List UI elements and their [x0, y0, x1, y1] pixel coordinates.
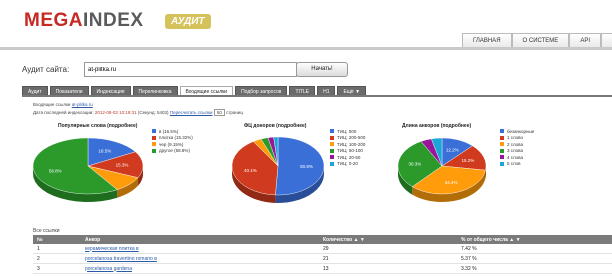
legend-swatch: [152, 135, 156, 140]
audit-label: Аудит сайта:: [22, 65, 70, 74]
legend-label: 3 слова: [507, 148, 524, 154]
legend-swatch: [152, 129, 156, 134]
table-row: 1 керамическая плитка в 29 7.42 %: [33, 244, 612, 254]
row-percent: 5.37 %: [457, 253, 612, 264]
index-date-line: Дата последней индексации: 2012-08-03 10…: [33, 109, 243, 116]
chart2-pie: 50.9% 40.1%: [231, 136, 325, 203]
row-anchor: porcelanosa travertino romano в: [81, 253, 319, 264]
chart2-title: ФЦ доноров (подробнее): [244, 123, 307, 129]
anchor-link[interactable]: керамическая плитка в: [85, 246, 139, 252]
row-number: 1: [33, 244, 81, 254]
chart1-legend-item: плитка (15.32%): [152, 135, 193, 142]
anchor-link[interactable]: porcelanosa gardena: [85, 266, 132, 272]
legend-swatch: [330, 148, 334, 153]
legend-swatch: [152, 142, 156, 147]
pie-data-label: 50.9%: [300, 164, 313, 169]
pages-count-select[interactable]: 50: [213, 109, 225, 116]
legend-label: 4 слова: [507, 154, 524, 160]
legend-label: 1 слово: [507, 135, 524, 141]
legend-label: ТИЦ: 200-500: [337, 135, 366, 141]
legend-label: ТИЦ: 500: [337, 128, 357, 134]
anchor-link[interactable]: porcelanosa travertino romano в: [85, 256, 157, 262]
chart3-title: Длина анкоров (подробнее): [402, 123, 472, 129]
links-table: № Анкор Количество ▲ ▼ % от общего числа…: [33, 235, 612, 274]
col-percent-header[interactable]: % от общего числа ▲ ▼: [457, 235, 612, 244]
legend-swatch: [330, 155, 334, 160]
pie-data-label: 58.8%: [49, 168, 62, 173]
row-number: 2: [33, 253, 81, 264]
chart2-legend: ТИЦ: 500 ТИЦ: 200-500 ТИЦ: 100-200 ТИЦ: …: [330, 128, 365, 167]
row-count: 21: [319, 253, 457, 264]
recalc-links-link[interactable]: Пересчитать ссылки: [170, 110, 213, 115]
row-number: 3: [33, 263, 81, 274]
pie-data-label: 30.3%: [409, 161, 422, 166]
pie-data-label: 34.4%: [445, 180, 458, 185]
tab-underline: [22, 95, 612, 97]
chart3-legend: безанкорные 1 слово 2 слова 3 слова 4 сл…: [500, 128, 534, 167]
pie-data-label: 40.1%: [244, 168, 257, 173]
pie-data-label: 15.3%: [116, 163, 129, 168]
row-count: 29: [319, 244, 457, 254]
legend-label: ТИЦ: 20-50: [337, 154, 361, 160]
table-row: 3 porcelanosa gardena 13 3.32 %: [33, 263, 612, 274]
legend-label: плитка (15.32%): [159, 135, 193, 141]
chart3-pie: 12.2% 15.2% 34.4% 30.3%: [397, 137, 487, 202]
row-percent: 7.42 %: [457, 244, 612, 254]
incoming-prefix: Входящие ссылки: [33, 102, 71, 107]
brand-badge: АУДИТ: [165, 14, 211, 29]
legend-label: ТИЦ: 50-100: [337, 148, 363, 154]
index-date-label: Дата последней индексации:: [33, 110, 94, 115]
legend-label: 5 слов: [507, 161, 521, 167]
row-anchor: керамическая плитка в: [81, 244, 319, 254]
chart1-pie: 16.5% 15.3% 58.8%: [32, 137, 144, 202]
chart2-legend-item: ТИЦ: 0-20: [330, 161, 365, 168]
pages-suffix: страниц: [226, 110, 243, 115]
brand-logo[interactable]: MEGAINDEX: [24, 10, 144, 32]
table-header-row: № Анкор Количество ▲ ▼ % от общего числа…: [33, 235, 612, 244]
row-anchor: porcelanosa gardena: [81, 263, 319, 274]
row-count: 13: [319, 263, 457, 274]
incoming-site-link[interactable]: at-plitka.ru: [72, 102, 93, 107]
legend-swatch: [500, 161, 504, 166]
audit-site-input[interactable]: [84, 62, 297, 77]
pie-data-label: 15.2%: [461, 158, 474, 163]
header-divider: [0, 47, 612, 50]
legend-label: в (16.5%): [159, 128, 179, 134]
all-links-heading: Все ссылки: [33, 228, 60, 234]
chart1-title: Популярные слова (подробнее): [58, 123, 138, 129]
index-date-value: 2012-08-03 10:19:31: [94, 110, 137, 115]
pie-data-label: 12.2%: [446, 147, 459, 152]
pie-data-label: 16.5%: [99, 148, 112, 153]
legend-swatch: [152, 148, 156, 153]
col-number-header: №: [33, 235, 81, 244]
legend-swatch: [330, 142, 334, 147]
legend-swatch: [500, 129, 504, 134]
chart3-legend-item: 5 слов: [500, 161, 534, 168]
incoming-links-heading: Входящие ссылки at-plitka.ru: [33, 102, 93, 107]
legend-swatch: [500, 148, 504, 153]
brand-name-part1: MEGA: [24, 10, 83, 31]
legend-label: безанкорные: [507, 128, 535, 134]
legend-swatch: [330, 135, 334, 140]
col-count-header[interactable]: Количество ▲ ▼: [319, 235, 457, 244]
brand-name-part2: INDEX: [83, 10, 144, 31]
legend-swatch: [500, 155, 504, 160]
legend-swatch: [330, 161, 334, 166]
index-date-suffix: (Секунд: 5403): [137, 110, 169, 115]
chart1-legend: в (16.5%) плитка (15.32%) чер (9.15%) др…: [152, 128, 193, 154]
legend-swatch: [500, 135, 504, 140]
legend-label: ТИЦ: 100-200: [337, 141, 366, 147]
legend-swatch: [330, 129, 334, 134]
table-row: 2 porcelanosa travertino romano в 21 5.3…: [33, 253, 612, 264]
legend-swatch: [500, 142, 504, 147]
start-audit-button[interactable]: Начать!: [296, 62, 348, 77]
col-anchor-header[interactable]: Анкор: [81, 235, 319, 244]
legend-label: чер (9.15%): [159, 141, 184, 147]
legend-label: другое (58.8%): [159, 148, 190, 154]
legend-label: 2 слова: [507, 141, 524, 147]
chart1-legend-item: другое (58.8%): [152, 148, 193, 155]
row-percent: 3.32 %: [457, 263, 612, 274]
legend-label: ТИЦ: 0-20: [337, 161, 358, 167]
